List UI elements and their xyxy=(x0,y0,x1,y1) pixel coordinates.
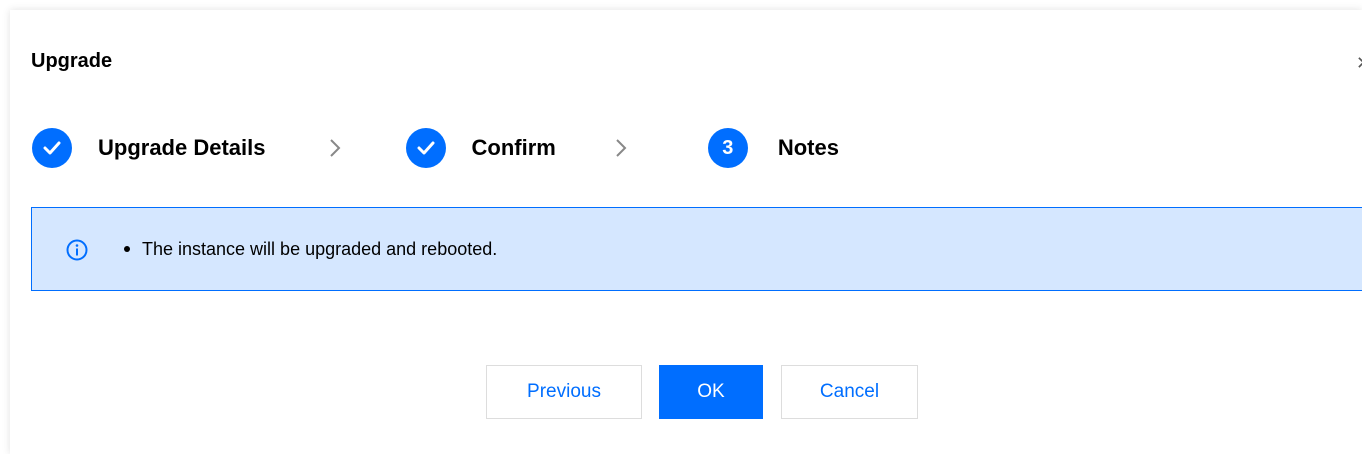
step-notes: 3 Notes xyxy=(707,128,839,168)
alert-message-text: The instance will be upgraded and reboot… xyxy=(142,239,498,259)
close-icon[interactable]: ✕ xyxy=(1356,54,1362,72)
bullet-icon xyxy=(124,246,130,252)
info-alert: The instance will be upgraded and reboot… xyxy=(31,207,1362,291)
step-number-badge: 3 xyxy=(707,128,748,168)
step-confirm: Confirm xyxy=(405,128,556,168)
previous-button[interactable]: Previous xyxy=(486,365,642,419)
ok-button[interactable]: OK xyxy=(659,365,763,419)
step-label: Confirm xyxy=(471,135,556,160)
step-upgrade-details: Upgrade Details xyxy=(32,128,266,168)
step-label: Upgrade Details xyxy=(98,135,266,160)
step-completed-check-icon xyxy=(405,128,446,168)
chevron-right-icon xyxy=(314,138,356,158)
alert-message: The instance will be upgraded and reboot… xyxy=(124,237,497,261)
upgrade-dialog: Upgrade ✕ Upgrade Details Confirm xyxy=(10,10,1362,454)
info-icon xyxy=(66,239,88,261)
cancel-button[interactable]: Cancel xyxy=(781,365,918,419)
step-completed-check-icon xyxy=(32,128,72,168)
dialog-title: Upgrade xyxy=(31,50,113,72)
chevron-right-icon xyxy=(600,138,642,158)
step-label: Notes xyxy=(777,135,839,160)
stepper: Upgrade Details Confirm 3 Notes xyxy=(32,126,839,170)
